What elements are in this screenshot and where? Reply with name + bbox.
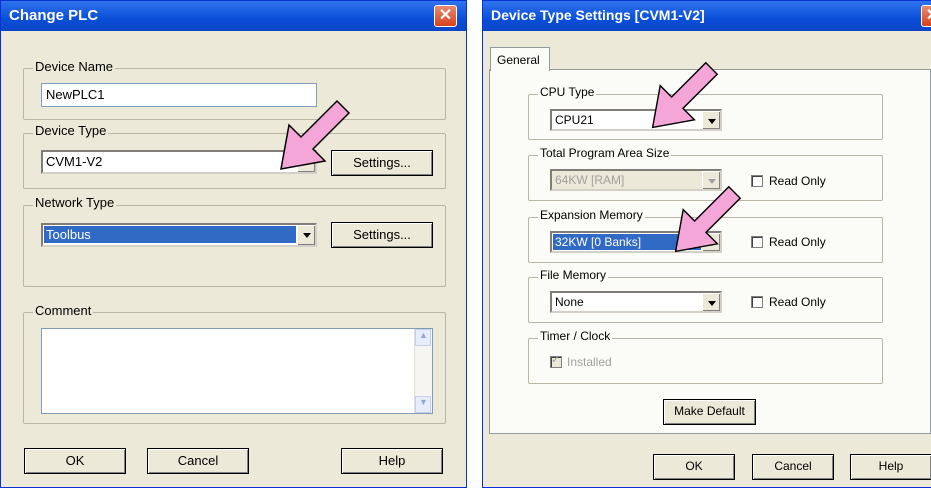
close-button[interactable]: ✕ — [434, 5, 457, 27]
device-name-label: Device Name — [33, 59, 116, 74]
timer-clock-label: Timer / Clock — [538, 329, 613, 343]
ok-button[interactable]: OK — [653, 454, 735, 480]
cancel-button[interactable]: Cancel — [752, 454, 834, 480]
pink-annotation-arrow — [674, 185, 742, 253]
ok-label: OK — [65, 453, 85, 468]
installed-checkbox[interactable] — [550, 353, 562, 368]
make-default-button[interactable]: Make Default — [663, 399, 756, 425]
file-memory-read-only-label: Read Only — [769, 295, 826, 309]
settings-label: Settings... — [353, 227, 411, 242]
close-icon: ✕ — [438, 7, 453, 24]
help-label: Help — [378, 453, 406, 468]
ok-button[interactable]: OK — [24, 448, 126, 474]
dialog-title: Change PLC — [9, 7, 99, 24]
network-type-settings-button[interactable]: Settings... — [331, 222, 433, 248]
file-memory-label: File Memory — [538, 268, 609, 282]
program-area-read-only-label: Read Only — [769, 174, 826, 188]
program-area-label: Total Program Area Size — [538, 146, 672, 160]
pink-annotation-arrow — [280, 99, 351, 170]
cancel-button[interactable]: Cancel — [147, 448, 249, 474]
dropdown-arrow-icon[interactable] — [297, 225, 315, 245]
title-bar[interactable]: Device Type Settings [CVM1-V2] ✕ — [483, 1, 931, 31]
cpu-type-value: CPU21 — [555, 113, 594, 127]
device-type-label: Device Type — [33, 123, 109, 138]
comment-scrollbar[interactable]: ▲ ▼ — [414, 329, 432, 413]
program-area-value: 64KW [RAM] — [555, 173, 625, 187]
device-type-value: CVM1-V2 — [46, 154, 103, 169]
change-plc-dialog: Change PLC ✕ Device Name NewPLC1 Device … — [0, 0, 467, 488]
network-type-combo[interactable]: Toolbus — [41, 223, 317, 247]
cancel-label: Cancel — [774, 459, 812, 473]
network-type-label: Network Type — [33, 195, 117, 210]
tab-general[interactable]: General — [490, 47, 550, 71]
file-memory-combo[interactable]: None — [550, 291, 722, 313]
installed-label: Installed — [567, 355, 612, 369]
pink-annotation-arrow — [651, 61, 719, 129]
comment-label: Comment — [33, 303, 94, 318]
make-default-label: Make Default — [674, 404, 745, 418]
file-memory-value: None — [555, 295, 584, 309]
comment-textarea[interactable]: ▲ ▼ — [41, 328, 433, 414]
help-button[interactable]: Help — [850, 454, 931, 480]
help-label: Help — [878, 459, 904, 473]
close-icon: ✕ — [922, 5, 931, 25]
file-memory-read-only-checkbox[interactable] — [751, 296, 763, 308]
help-button[interactable]: Help — [341, 448, 443, 474]
device-type-settings-dialog: Device Type Settings [CVM1-V2] ✕ General… — [482, 0, 931, 488]
ok-label: OK — [685, 459, 703, 473]
network-type-value: Toolbus — [44, 226, 296, 243]
cpu-type-label: CPU Type — [538, 85, 597, 99]
cancel-label: Cancel — [177, 453, 219, 468]
settings-label: Settings... — [353, 155, 411, 170]
dialog-title: Device Type Settings [CVM1-V2] — [491, 7, 705, 23]
dropdown-arrow-icon[interactable] — [702, 293, 720, 311]
expansion-memory-read-only-label: Read Only — [769, 235, 826, 249]
scroll-up-icon[interactable]: ▲ — [415, 329, 431, 346]
expansion-memory-label: Expansion Memory — [538, 208, 645, 222]
scroll-down-icon[interactable]: ▼ — [415, 396, 431, 413]
title-bar[interactable]: Change PLC ✕ — [1, 1, 466, 31]
close-button[interactable]: ✕ — [921, 5, 931, 27]
tab-general-label: General — [497, 53, 540, 67]
expansion-memory-read-only-checkbox[interactable] — [751, 236, 763, 248]
program-area-read-only-checkbox[interactable] — [751, 175, 763, 187]
